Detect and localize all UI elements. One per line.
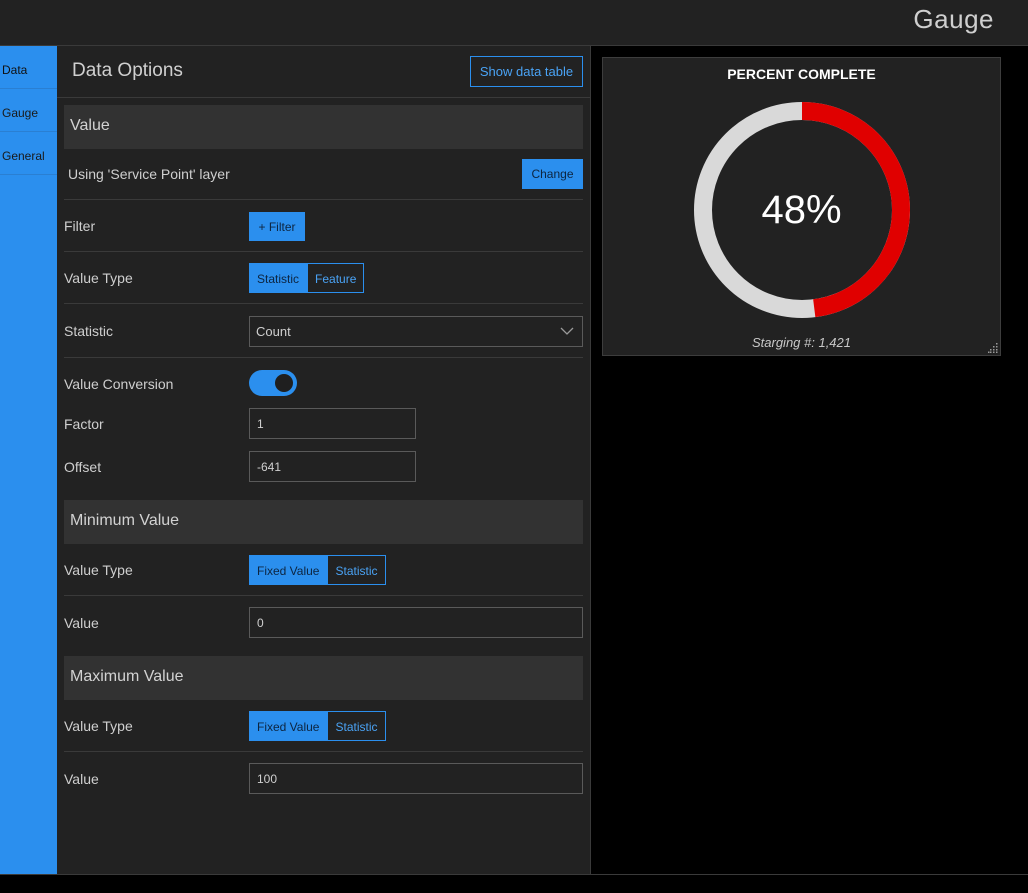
- value-type-feature[interactable]: Feature: [307, 263, 365, 293]
- divider: [64, 199, 583, 200]
- value-type-label: Value Type: [64, 270, 133, 286]
- divider: [64, 357, 583, 358]
- min-value-type-fixed[interactable]: Fixed Value: [249, 555, 328, 585]
- value-conversion-label: Value Conversion: [64, 376, 174, 392]
- max-value-type-fixed[interactable]: Fixed Value: [249, 711, 328, 741]
- tab-gauge[interactable]: Gauge: [0, 89, 57, 132]
- value-type-toggle: Statistic Feature: [249, 263, 365, 293]
- max-value-type-toggle: Fixed Value Statistic: [249, 711, 386, 741]
- minimum-section-header: Minimum Value: [64, 500, 583, 544]
- divider: [64, 751, 583, 752]
- max-value-input[interactable]: [249, 763, 583, 794]
- offset-input[interactable]: [249, 451, 416, 482]
- panel-header: Data Options Show data table: [57, 46, 590, 98]
- data-options-panel: Data Options Show data table Value Using…: [57, 46, 590, 874]
- min-value-type-label: Value Type: [64, 562, 133, 578]
- min-value-type-statistic[interactable]: Statistic: [327, 555, 386, 585]
- tab-general[interactable]: General: [0, 132, 57, 175]
- panel-title: Data Options: [72, 60, 183, 81]
- offset-label: Offset: [64, 459, 102, 475]
- divider: [64, 595, 583, 596]
- minimum-section-title: Minimum Value: [70, 512, 180, 529]
- filter-label: Filter: [64, 218, 96, 234]
- top-bar: Gauge: [0, 0, 1028, 46]
- value-conversion-toggle[interactable]: [249, 370, 297, 396]
- show-data-table-button[interactable]: Show data table: [470, 56, 583, 87]
- resize-handle-icon[interactable]: [988, 343, 998, 353]
- statistic-select[interactable]: Count: [249, 316, 583, 347]
- gauge-preview-card: PERCENT COMPLETE 48% Starging #: 1,421: [602, 57, 1001, 356]
- min-value-label: Value: [64, 615, 99, 631]
- add-filter-button[interactable]: + Filter: [249, 212, 305, 241]
- gauge-value: 48%: [761, 188, 842, 232]
- gauge-title: PERCENT COMPLETE: [727, 66, 876, 82]
- value-section-title: Value: [70, 117, 110, 134]
- change-layer-button[interactable]: Change: [522, 159, 583, 189]
- max-value-type-statistic[interactable]: Statistic: [327, 711, 386, 741]
- gauge-footer: Starging #: 1,421: [751, 335, 852, 350]
- value-section-header: Value: [64, 105, 583, 149]
- min-value-input[interactable]: [249, 607, 583, 638]
- statistic-select-value: Count: [256, 324, 291, 339]
- toggle-knob: [275, 374, 293, 392]
- maximum-section-title: Maximum Value: [70, 668, 184, 685]
- side-tabs: Data Gauge General: [0, 46, 57, 874]
- panel-divider: [590, 46, 591, 874]
- statistic-label: Statistic: [64, 323, 114, 339]
- divider: [64, 303, 583, 304]
- max-value-type-label: Value Type: [64, 718, 133, 734]
- maximum-section-header: Maximum Value: [64, 656, 583, 700]
- min-value-type-toggle: Fixed Value Statistic: [249, 555, 386, 585]
- divider: [64, 251, 583, 252]
- factor-input[interactable]: [249, 408, 416, 439]
- value-type-statistic[interactable]: Statistic: [249, 263, 308, 293]
- app-title: Gauge: [913, 4, 994, 34]
- layer-text: Using 'Service Point' layer: [68, 166, 230, 182]
- chevron-down-icon: [560, 327, 574, 335]
- max-value-label: Value: [64, 771, 99, 787]
- tab-data[interactable]: Data: [0, 46, 57, 89]
- bottom-bar: [0, 874, 1028, 893]
- factor-label: Factor: [64, 416, 104, 432]
